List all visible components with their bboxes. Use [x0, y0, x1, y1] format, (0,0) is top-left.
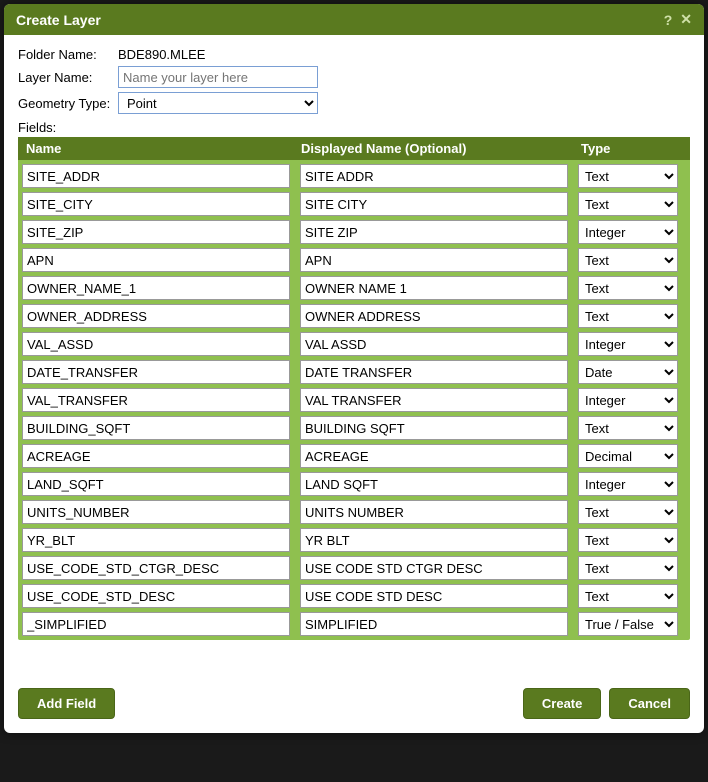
- table-row: TextIntegerDecimalDateTrue / False: [22, 244, 686, 272]
- field-displayed-input[interactable]: [300, 248, 568, 272]
- folder-name-value: BDE890.MLEE: [118, 47, 205, 62]
- titlebar: Create Layer ? ✕: [4, 4, 704, 35]
- field-displayed-input[interactable]: [300, 528, 568, 552]
- table-row: TextIntegerDecimalDateTrue / False: [22, 300, 686, 328]
- field-type-select[interactable]: TextIntegerDecimalDateTrue / False: [578, 528, 678, 552]
- field-displayed-input[interactable]: [300, 276, 568, 300]
- field-type-select[interactable]: TextIntegerDecimalDateTrue / False: [578, 248, 678, 272]
- field-name-input[interactable]: [22, 360, 290, 384]
- header-type: Type: [579, 141, 679, 156]
- layer-name-label: Layer Name:: [18, 70, 118, 85]
- field-name-input[interactable]: [22, 584, 290, 608]
- field-name-input[interactable]: [22, 164, 290, 188]
- table-row: TextIntegerDecimalDateTrue / False: [22, 188, 686, 216]
- field-name-input[interactable]: [22, 220, 290, 244]
- field-type-select[interactable]: TextIntegerDecimalDateTrue / False: [578, 584, 678, 608]
- field-name-input[interactable]: [22, 416, 290, 440]
- field-name-input[interactable]: [22, 556, 290, 580]
- table-row: TextIntegerDecimalDateTrue / False: [22, 384, 686, 412]
- field-name-input[interactable]: [22, 388, 290, 412]
- table-row: TextIntegerDecimalDateTrue / False: [22, 160, 686, 188]
- fields-grid: Name Displayed Name (Optional) Type Text…: [18, 137, 690, 640]
- table-row: TextIntegerDecimalDateTrue / False: [22, 356, 686, 384]
- field-type-select[interactable]: TextIntegerDecimalDateTrue / False: [578, 360, 678, 384]
- grid-body: TextIntegerDecimalDateTrue / False TextIn…: [18, 160, 690, 636]
- layer-name-row: Layer Name:: [18, 66, 690, 88]
- table-row: TextIntegerDecimalDateTrue / False: [22, 468, 686, 496]
- table-row: TextIntegerDecimalDateTrue / False: [22, 608, 686, 636]
- geometry-type-row: Geometry Type: Point: [18, 92, 690, 114]
- field-name-input[interactable]: [22, 472, 290, 496]
- field-type-select[interactable]: TextIntegerDecimalDateTrue / False: [578, 500, 678, 524]
- dialog-content: Folder Name: BDE890.MLEE Layer Name: Geo…: [4, 35, 704, 733]
- folder-name-row: Folder Name: BDE890.MLEE: [18, 47, 690, 62]
- layer-name-input[interactable]: [118, 66, 318, 88]
- cancel-button[interactable]: Cancel: [609, 688, 690, 719]
- table-row: TextIntegerDecimalDateTrue / False: [22, 496, 686, 524]
- field-displayed-input[interactable]: [300, 360, 568, 384]
- close-icon[interactable]: ✕: [680, 11, 692, 28]
- field-name-input[interactable]: [22, 304, 290, 328]
- field-displayed-input[interactable]: [300, 584, 568, 608]
- field-type-select[interactable]: TextIntegerDecimalDateTrue / False: [578, 276, 678, 300]
- field-type-select[interactable]: TextIntegerDecimalDateTrue / False: [578, 612, 678, 636]
- table-row: TextIntegerDecimalDateTrue / False: [22, 524, 686, 552]
- field-displayed-input[interactable]: [300, 500, 568, 524]
- field-type-select[interactable]: TextIntegerDecimalDateTrue / False: [578, 304, 678, 328]
- table-row: TextIntegerDecimalDateTrue / False: [22, 216, 686, 244]
- geometry-type-select[interactable]: Point: [118, 92, 318, 114]
- folder-name-label: Folder Name:: [18, 47, 118, 62]
- field-name-input[interactable]: [22, 248, 290, 272]
- field-type-select[interactable]: TextIntegerDecimalDateTrue / False: [578, 332, 678, 356]
- header-name: Name: [24, 141, 299, 156]
- table-row: TextIntegerDecimalDateTrue / False: [22, 272, 686, 300]
- field-name-input[interactable]: [22, 276, 290, 300]
- header-displayed: Displayed Name (Optional): [299, 141, 579, 156]
- field-type-select[interactable]: TextIntegerDecimalDateTrue / False: [578, 556, 678, 580]
- field-displayed-input[interactable]: [300, 388, 568, 412]
- field-type-select[interactable]: TextIntegerDecimalDateTrue / False: [578, 192, 678, 216]
- add-field-button[interactable]: Add Field: [18, 688, 115, 719]
- field-displayed-input[interactable]: [300, 304, 568, 328]
- grid-header: Name Displayed Name (Optional) Type: [18, 137, 690, 160]
- field-displayed-input[interactable]: [300, 164, 568, 188]
- field-type-select[interactable]: TextIntegerDecimalDateTrue / False: [578, 388, 678, 412]
- help-icon[interactable]: ?: [664, 12, 673, 28]
- footer: Add Field Create Cancel: [18, 688, 690, 719]
- table-row: TextIntegerDecimalDateTrue / False: [22, 328, 686, 356]
- geometry-type-label: Geometry Type:: [18, 96, 118, 111]
- field-displayed-input[interactable]: [300, 444, 568, 468]
- field-type-select[interactable]: TextIntegerDecimalDateTrue / False: [578, 164, 678, 188]
- field-displayed-input[interactable]: [300, 332, 568, 356]
- create-button[interactable]: Create: [523, 688, 601, 719]
- field-displayed-input[interactable]: [300, 472, 568, 496]
- field-name-input[interactable]: [22, 332, 290, 356]
- field-name-input[interactable]: [22, 528, 290, 552]
- table-row: TextIntegerDecimalDateTrue / False: [22, 412, 686, 440]
- fields-label: Fields:: [18, 120, 690, 135]
- field-type-select[interactable]: TextIntegerDecimalDateTrue / False: [578, 416, 678, 440]
- field-displayed-input[interactable]: [300, 192, 568, 216]
- create-layer-dialog: Create Layer ? ✕ Folder Name: BDE890.MLE…: [4, 4, 704, 733]
- dialog-title: Create Layer: [16, 12, 101, 28]
- table-row: TextIntegerDecimalDateTrue / False: [22, 440, 686, 468]
- field-displayed-input[interactable]: [300, 416, 568, 440]
- field-name-input[interactable]: [22, 192, 290, 216]
- table-row: TextIntegerDecimalDateTrue / False: [22, 552, 686, 580]
- field-displayed-input[interactable]: [300, 556, 568, 580]
- field-name-input[interactable]: [22, 444, 290, 468]
- field-name-input[interactable]: [22, 500, 290, 524]
- field-type-select[interactable]: TextIntegerDecimalDateTrue / False: [578, 444, 678, 468]
- table-row: TextIntegerDecimalDateTrue / False: [22, 580, 686, 608]
- field-displayed-input[interactable]: [300, 612, 568, 636]
- field-displayed-input[interactable]: [300, 220, 568, 244]
- field-type-select[interactable]: TextIntegerDecimalDateTrue / False: [578, 472, 678, 496]
- field-type-select[interactable]: TextIntegerDecimalDateTrue / False: [578, 220, 678, 244]
- field-name-input[interactable]: [22, 612, 290, 636]
